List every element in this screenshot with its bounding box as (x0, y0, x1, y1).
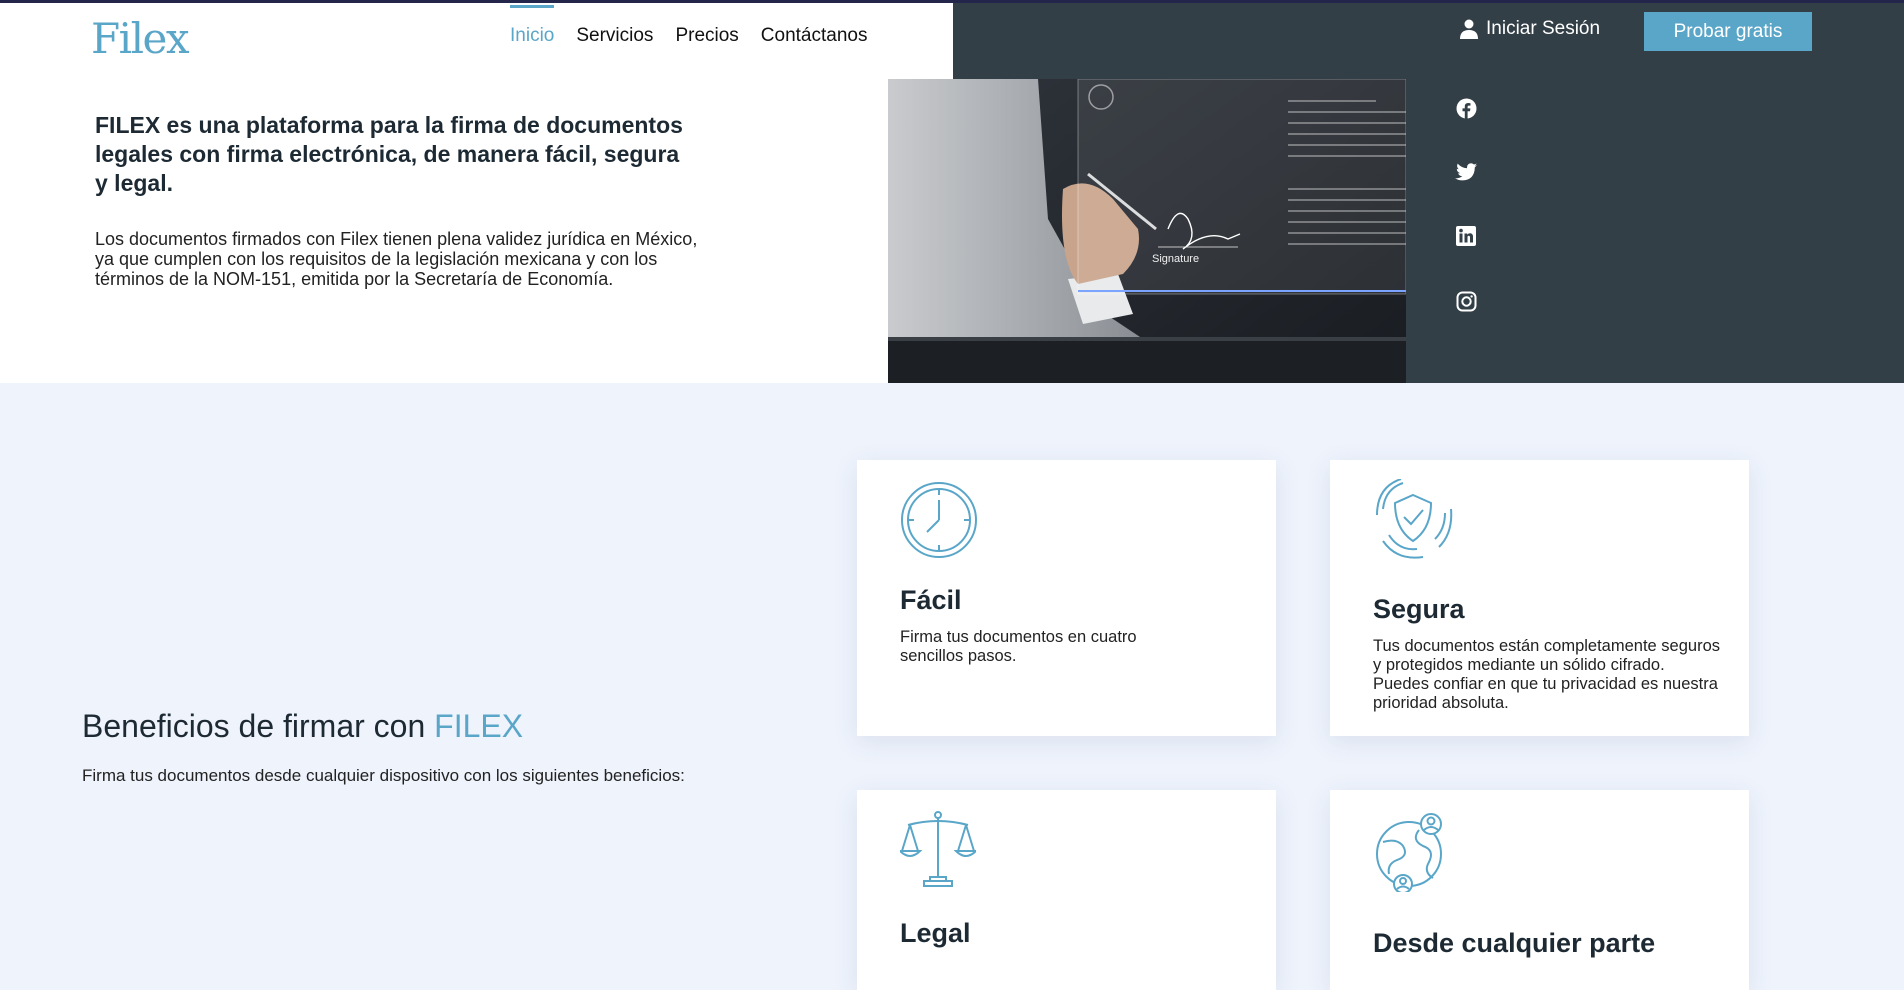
benefit-card-segura: Segura Tus documentos están completament… (1330, 460, 1749, 736)
nav-background (888, 3, 953, 79)
nav-servicios[interactable]: Servicios (576, 25, 653, 47)
benefit-card-legal: Legal (857, 790, 1276, 990)
logo[interactable]: Filex (91, 14, 190, 63)
benefits-title-accent: FILEX (434, 708, 524, 744)
nav-contactanos[interactable]: Contáctanos (761, 25, 868, 47)
card-title: Legal (900, 918, 971, 948)
twitter-icon[interactable] (1453, 159, 1479, 185)
main-nav: Inicio Servicios Precios Contáctanos (510, 3, 889, 69)
user-icon (1460, 19, 1478, 39)
hero-signing-image: Signature (888, 79, 1406, 383)
try-free-button[interactable]: Probar gratis (1644, 12, 1812, 51)
nav-precios[interactable]: Precios (675, 25, 738, 47)
scales-icon (900, 811, 976, 887)
facebook-icon[interactable] (1453, 95, 1479, 121)
card-title: Segura (1373, 594, 1465, 624)
card-text: Firma tus documentos en cuatro sencillos… (900, 628, 1137, 665)
login-button[interactable]: Iniciar Sesión (1460, 18, 1600, 40)
instagram-icon[interactable] (1453, 288, 1479, 314)
benefits-title-prefix: Beneficios de firmar con (82, 708, 435, 744)
benefit-card-facil: Fácil Firma tus documentos en cuatro sen… (857, 460, 1276, 736)
globe-users-icon (1376, 813, 1442, 892)
hero-description: Los documentos firmados con Filex tienen… (95, 229, 698, 289)
card-text: Tus documentos están completamente segur… (1373, 637, 1720, 712)
card-title: Fácil (900, 585, 962, 615)
linkedin-icon[interactable] (1453, 223, 1479, 249)
nav-inicio[interactable]: Inicio (510, 5, 555, 47)
benefits-title: Beneficios de firmar con FILEX (82, 708, 523, 745)
shield-check-icon (1376, 479, 1453, 559)
clock-icon (901, 482, 977, 558)
signature-caption: Signature (1152, 253, 1199, 265)
benefit-card-cualquier-parte: Desde cualquier parte (1330, 790, 1749, 990)
hero-title: FILEX es una plataforma para la firma de… (95, 112, 683, 196)
login-label: Iniciar Sesión (1486, 18, 1601, 39)
benefits-subtitle: Firma tus documentos desde cualquier dis… (82, 766, 685, 785)
